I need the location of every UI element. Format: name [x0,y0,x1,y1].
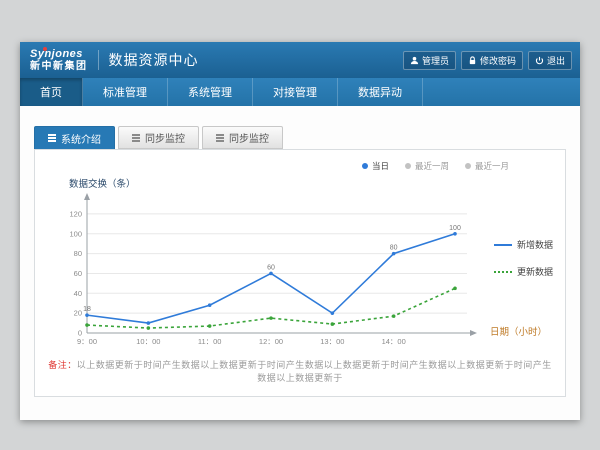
filter-today-label: 当日 [372,160,389,172]
company-name: 新中新集团 [30,61,88,72]
tab-sync-monitor-1[interactable]: 同步监控 [118,126,199,149]
svg-text:100: 100 [69,229,82,238]
header-divider [98,50,99,70]
legend-update-data[interactable]: 更新数据 [494,265,553,278]
tab-sync-monitor-2-label: 同步监控 [229,130,269,145]
period-filters: 当日 最近一周 最近一月 [362,160,509,172]
lock-icon [468,56,477,65]
line-chart: 0204060801001209：0010：0011：0012：0013：001… [57,190,487,355]
filter-today[interactable]: 当日 [362,160,389,172]
brand-text: Synjones [30,48,88,60]
change-password-button[interactable]: 修改密码 [461,51,523,70]
dashed-line-icon [494,271,512,273]
filter-last-month[interactable]: 最近一月 [465,160,509,172]
grid-icon [216,134,224,142]
tab-strip: 系统介绍 同步监控 同步监控 [34,126,566,149]
footnote-prefix: 备注： [48,360,77,370]
admin-button[interactable]: 管理员 [403,51,456,70]
app-window: Synjones 新中新集团 数据资源中心 管理员 修改密码 [20,42,580,420]
svg-text:11：00: 11：00 [198,337,222,346]
y-axis-title: 数据交换（条） [69,176,136,190]
main-nav: 首页 标准管理 系统管理 对接管理 数据异动 [20,78,580,106]
svg-text:10：00: 10：00 [136,337,160,346]
content-area: 系统介绍 同步监控 同步监控 当日 [20,106,580,420]
nav-item-standard-mgmt[interactable]: 标准管理 [83,78,168,106]
radio-dot-icon [405,163,411,169]
solid-line-icon [494,244,512,246]
power-icon [535,56,544,65]
filter-last-month-label: 最近一月 [475,160,509,172]
chart-panel: 当日 最近一周 最近一月 数据交换（条） 0204060801001209：00… [34,149,566,397]
grid-icon [132,134,140,142]
nav-item-system-mgmt[interactable]: 系统管理 [168,78,253,106]
x-axis-title: 日期（小时） [490,324,547,338]
svg-text:13：00: 13：00 [320,337,344,346]
legend-new-data[interactable]: 新增数据 [494,238,553,251]
grid-icon [48,134,56,142]
filter-last-week[interactable]: 最近一周 [405,160,449,172]
nav-item-data-change[interactable]: 数据异动 [338,78,423,106]
series-legend: 新增数据 更新数据 [494,238,553,278]
svg-text:9：00: 9：00 [77,337,97,346]
change-password-label: 修改密码 [480,54,516,67]
svg-text:14：00: 14：00 [382,337,406,346]
svg-text:12：00: 12：00 [259,337,283,346]
company-logo: Synjones 新中新集团 [30,48,88,71]
tab-sync-monitor-2[interactable]: 同步监控 [202,126,283,149]
svg-text:40: 40 [74,289,82,298]
header-actions: 管理员 修改密码 退出 [403,51,572,70]
svg-text:80: 80 [390,245,398,252]
logout-label: 退出 [547,54,565,67]
user-icon [410,56,419,65]
svg-text:120: 120 [69,209,82,218]
chart-canvas: 0204060801001209：0010：0011：0012：0013：001… [57,190,487,355]
filter-last-week-label: 最近一周 [415,160,449,172]
footnote-text: 以上数据更新于时间产生数据以上数据更新于时间产生数据以上数据更新于时间产生数据以… [77,360,552,383]
svg-text:80: 80 [74,249,82,258]
legend-new-data-label: 新增数据 [517,238,553,251]
footnote: 备注：以上数据更新于时间产生数据以上数据更新于时间产生数据以上数据更新于时间产生… [45,358,555,384]
logout-button[interactable]: 退出 [528,51,572,70]
svg-text:100: 100 [449,225,461,232]
svg-text:18: 18 [83,306,91,313]
legend-update-data-label: 更新数据 [517,265,553,278]
tab-system-intro[interactable]: 系统介绍 [34,126,115,149]
svg-text:60: 60 [74,269,82,278]
app-header: Synjones 新中新集团 数据资源中心 管理员 修改密码 [20,42,580,78]
nav-item-home[interactable]: 首页 [20,78,83,106]
tab-sync-monitor-1-label: 同步监控 [145,130,185,145]
radio-dot-icon [362,163,368,169]
page-title: 数据资源中心 [109,50,199,70]
tab-system-intro-label: 系统介绍 [61,131,101,146]
svg-text:20: 20 [74,309,82,318]
radio-dot-icon [465,163,471,169]
svg-text:60: 60 [267,264,275,271]
admin-button-label: 管理员 [422,54,449,67]
nav-item-integration-mgmt[interactable]: 对接管理 [253,78,338,106]
